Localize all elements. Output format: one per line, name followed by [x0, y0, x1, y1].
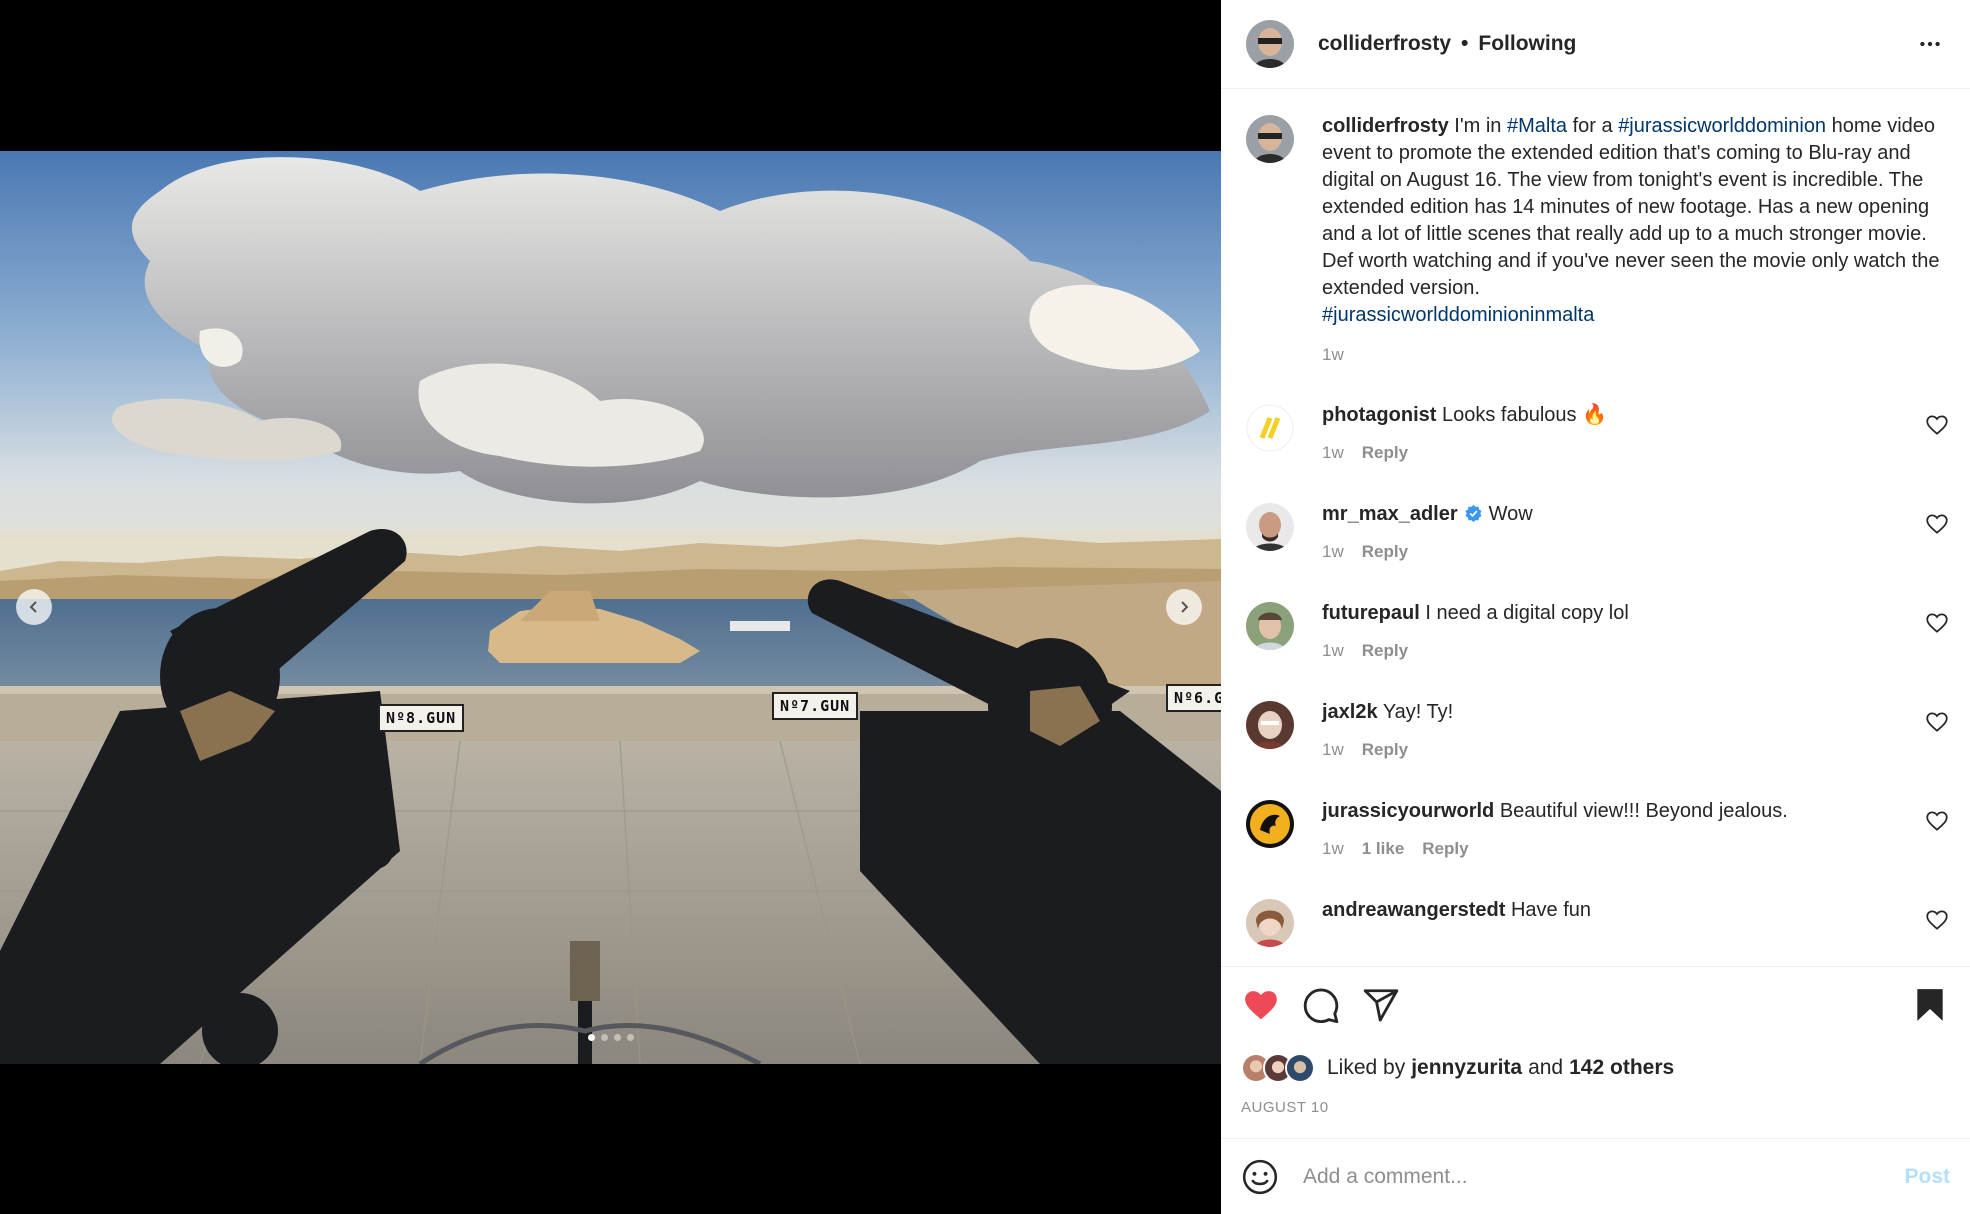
comment-item: jaxl2k Yay! Ty! 1w Reply	[1246, 699, 1950, 798]
comment-item: photagonist Looks fabulous 🔥 1w Reply	[1246, 402, 1950, 501]
heart-outline-icon[interactable]	[1924, 412, 1950, 438]
reply-button[interactable]: Reply	[1362, 439, 1408, 466]
comment-item: andreawangerstedt Have fun	[1246, 897, 1950, 966]
comment-text: Yay! Ty!	[1382, 701, 1454, 723]
comment-username[interactable]: andreawangerstedt	[1322, 899, 1505, 921]
comment-item: jurassicyourworld Beautiful view!!! Beyo…	[1246, 798, 1950, 897]
comment-text: Looks fabulous 🔥	[1442, 404, 1607, 426]
more-horizontal-icon	[1920, 41, 1940, 47]
reply-button[interactable]: Reply	[1362, 637, 1408, 664]
verified-badge-icon	[1465, 504, 1482, 523]
comment-time[interactable]: 1w	[1322, 439, 1344, 466]
caption-text: for a	[1572, 115, 1613, 137]
liker-avatars[interactable]	[1241, 1053, 1315, 1083]
commenter-avatar[interactable]	[1246, 899, 1294, 947]
chevron-right-icon	[1181, 601, 1189, 613]
slide-dot	[587, 1034, 595, 1041]
hashtag-link[interactable]: #jurassicworlddominion	[1618, 115, 1826, 137]
post-sidebar: colliderfrosty • Following colliderfrost…	[1221, 0, 1970, 1214]
comment-username[interactable]: futurepaul	[1322, 602, 1420, 624]
header-separator: •	[1461, 32, 1469, 55]
post-media: Nº8.GUN Nº7.GUN Nº6.G	[0, 0, 1221, 1214]
previous-slide-button[interactable]	[16, 589, 52, 625]
slide-dot	[626, 1034, 634, 1041]
comment-time[interactable]: 1w	[1322, 736, 1344, 763]
comment-text: Have fun	[1510, 899, 1592, 921]
smiley-icon[interactable]	[1241, 1158, 1279, 1196]
gun-plate-8: Nº8.GUN	[378, 704, 465, 732]
author-avatar[interactable]	[1246, 115, 1294, 163]
comment-time[interactable]: 1w	[1322, 835, 1344, 862]
caption-text: home video event to promote the extended…	[1322, 115, 1940, 299]
comment-text: Beautiful view!!! Beyond jealous.	[1499, 800, 1788, 822]
comment-text: Wow	[1488, 503, 1533, 525]
liked-by-others[interactable]: 142 others	[1569, 1056, 1674, 1080]
next-slide-button[interactable]	[1166, 589, 1202, 625]
comment-item: mr_max_adler Wow 1w Reply	[1246, 501, 1950, 600]
more-options-button[interactable]	[1910, 24, 1950, 64]
heart-outline-icon[interactable]	[1924, 511, 1950, 537]
liked-by-joiner: and	[1528, 1056, 1564, 1079]
comment-text: I need a digital copy lol	[1425, 602, 1629, 624]
post-actions: Liked by jennyzurita and 142 others AUGU…	[1221, 966, 1970, 1116]
comment-time[interactable]: 1w	[1322, 637, 1344, 664]
comment-username[interactable]: jurassicyourworld	[1322, 800, 1494, 822]
comment-item: futurepaul I need a digital copy lol 1w R…	[1246, 600, 1950, 699]
hashtag-link[interactable]: #jurassicworlddominioninmalta	[1322, 304, 1594, 326]
post-modal: Nº8.GUN Nº7.GUN Nº6.G colliderfrosty • F…	[0, 0, 1970, 1214]
comment-bubble-icon	[1303, 988, 1339, 1024]
action-bar	[1241, 985, 1950, 1025]
gun-plate-6: Nº6.G	[1166, 684, 1221, 712]
add-comment-bar: Post	[1221, 1138, 1970, 1214]
hashtag-link[interactable]: #Malta	[1507, 115, 1567, 137]
comment-username[interactable]: mr_max_adler	[1322, 503, 1458, 525]
liked-by-user[interactable]: jennyzurita	[1411, 1056, 1522, 1080]
gun-plate-7: Nº7.GUN	[772, 692, 859, 720]
post-photo	[0, 151, 1221, 1064]
chevron-left-icon	[29, 601, 37, 613]
post-comment-button[interactable]: Post	[1904, 1165, 1950, 1189]
reply-button[interactable]: Reply	[1362, 736, 1408, 763]
reply-button[interactable]: Reply	[1422, 835, 1468, 862]
caption-text: I'm in	[1454, 115, 1502, 137]
commenter-avatar[interactable]	[1246, 404, 1294, 452]
slide-dot	[613, 1034, 621, 1041]
author-avatar[interactable]	[1246, 20, 1294, 68]
likes-summary: Liked by jennyzurita and 142 others	[1241, 1053, 1950, 1083]
post-date[interactable]: AUGUST 10	[1241, 1099, 1950, 1116]
reply-button[interactable]: Reply	[1362, 538, 1408, 565]
slide-dot	[600, 1034, 608, 1041]
comment-input[interactable]	[1303, 1164, 1905, 1189]
caption-body: colliderfrosty I'm in #Malta for a #jura…	[1322, 113, 1950, 368]
heart-outline-icon[interactable]	[1924, 709, 1950, 735]
commenter-avatar[interactable]	[1246, 701, 1294, 749]
commenter-avatar[interactable]	[1246, 800, 1294, 848]
comment-username[interactable]: photagonist	[1322, 404, 1436, 426]
caption-username[interactable]: colliderfrosty	[1322, 115, 1449, 137]
comments-list: colliderfrosty I'm in #Malta for a #jura…	[1221, 89, 1970, 966]
save-button[interactable]	[1910, 985, 1950, 1025]
following-button[interactable]: Following	[1478, 32, 1576, 56]
heart-outline-icon[interactable]	[1924, 808, 1950, 834]
comment-button[interactable]	[1301, 985, 1341, 1025]
liked-by-prefix: Liked by	[1327, 1056, 1406, 1079]
bookmark-filled-icon	[1917, 989, 1943, 1021]
caption-time[interactable]: 1w	[1322, 341, 1950, 368]
slide-indicator	[0, 1034, 1221, 1041]
liker-avatar	[1285, 1053, 1315, 1083]
like-button[interactable]	[1241, 985, 1281, 1025]
author-username[interactable]: colliderfrosty	[1318, 32, 1451, 56]
comment-time[interactable]: 1w	[1322, 538, 1344, 565]
commenter-avatar[interactable]	[1246, 602, 1294, 650]
heart-filled-icon	[1245, 991, 1277, 1020]
commenter-avatar[interactable]	[1246, 503, 1294, 551]
comment-username[interactable]: jaxl2k	[1322, 701, 1378, 723]
comment-likes[interactable]: 1 like	[1362, 835, 1405, 862]
paper-plane-icon	[1363, 989, 1399, 1022]
share-button[interactable]	[1361, 985, 1401, 1025]
post-header: colliderfrosty • Following	[1221, 0, 1970, 89]
caption: colliderfrosty I'm in #Malta for a #jura…	[1246, 113, 1950, 368]
heart-outline-icon[interactable]	[1924, 610, 1950, 636]
heart-outline-icon[interactable]	[1924, 907, 1950, 933]
